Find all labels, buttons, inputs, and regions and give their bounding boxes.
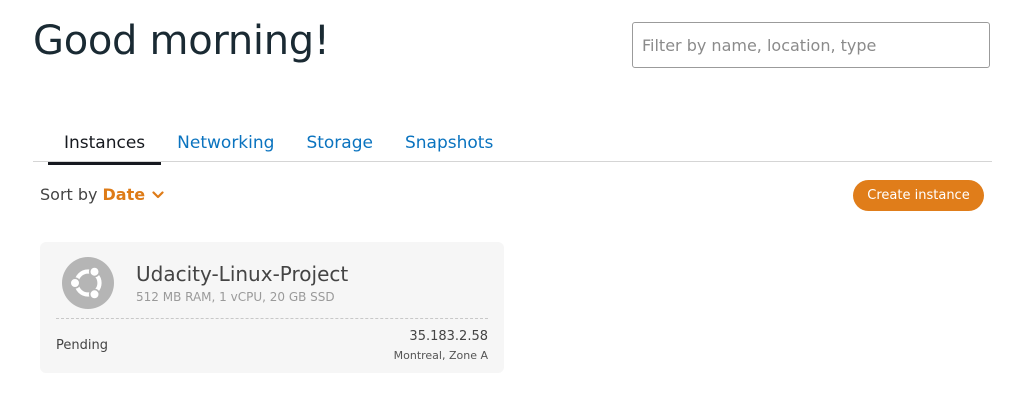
tab-snapshots[interactable]: Snapshots [389,126,509,165]
sort-value-dropdown[interactable]: Date [103,185,146,204]
instance-name[interactable]: Udacity-Linux-Project [136,262,348,286]
sort-label: Sort by [40,185,98,204]
instance-card[interactable]: Udacity-Linux-Project 512 MB RAM, 1 vCPU… [40,242,504,373]
card-divider [56,318,488,319]
tab-storage[interactable]: Storage [290,126,389,165]
tab-bar: Instances Networking Storage Snapshots [48,126,509,165]
instance-status: Pending [56,338,108,353]
tab-divider [33,161,992,162]
instance-location: Montreal, Zone A [393,349,488,362]
instance-specs: 512 MB RAM, 1 vCPU, 20 GB SSD [136,290,335,304]
ubuntu-icon [62,257,114,309]
sort-control: Sort by Date [40,185,164,204]
tab-networking[interactable]: Networking [161,126,290,165]
page-title: Good morning! [33,18,330,64]
create-instance-button[interactable]: Create instance [853,180,984,211]
instances-page: Good morning! Instances Networking Stora… [0,0,1031,401]
instance-ip: 35.183.2.58 [409,329,488,344]
filter-input[interactable] [632,22,990,68]
chevron-down-icon[interactable] [152,190,164,200]
tab-instances[interactable]: Instances [48,126,162,165]
